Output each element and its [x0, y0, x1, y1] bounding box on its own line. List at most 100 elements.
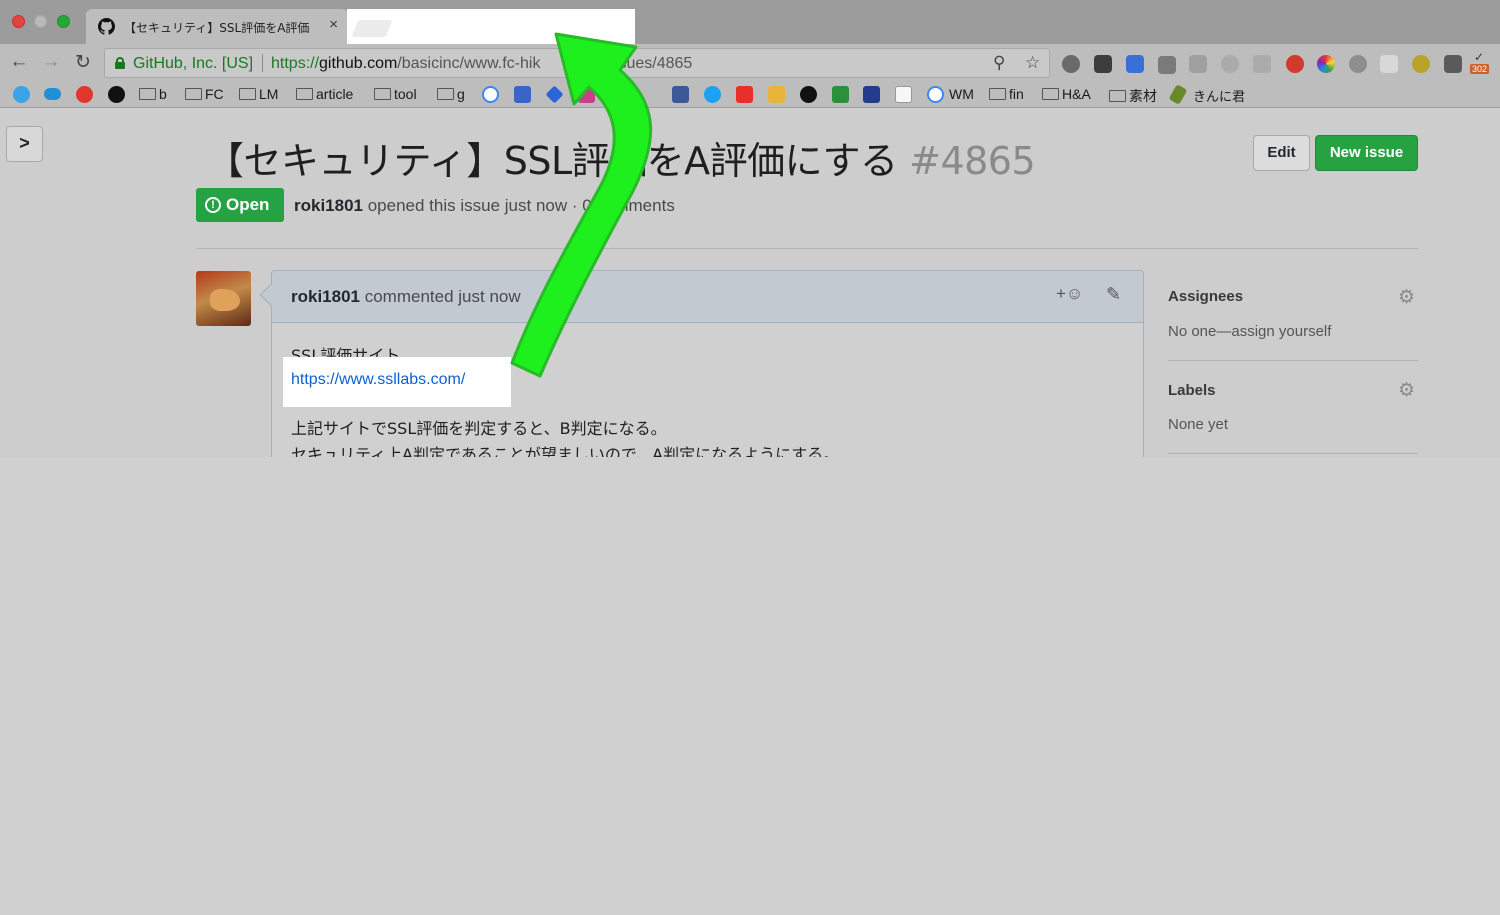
- bookmark-folder[interactable]: LM: [239, 86, 278, 102]
- github-bookmark-icon[interactable]: [108, 86, 125, 103]
- sidebar-divider: [1168, 360, 1418, 361]
- issue-meta-text: opened this issue just now · 0 comments: [363, 196, 675, 215]
- assignees-gear-icon[interactable]: ⚙: [1398, 286, 1415, 309]
- labels-heading: Labels: [1168, 382, 1216, 399]
- search-extension-icon[interactable]: [1286, 55, 1304, 73]
- bookmark-wm[interactable]: WM: [949, 86, 974, 102]
- circle-bookmark-icon[interactable]: [800, 86, 817, 103]
- new-tab-button[interactable]: [351, 20, 393, 37]
- comment-time: commented just now: [360, 287, 521, 306]
- comment-text-line: セキュリティ上A判定であることが望ましいので、A判定になるようにする。: [291, 445, 840, 457]
- edit-button[interactable]: Edit: [1253, 135, 1310, 171]
- settings-extension-icon[interactable]: [1349, 55, 1367, 73]
- tab-close-icon[interactable]: ×: [329, 16, 338, 33]
- sprout-bookmark-icon: [1168, 84, 1188, 105]
- google-bookmark-icon[interactable]: [482, 86, 499, 103]
- red-d-bookmark-icon[interactable]: [76, 86, 93, 103]
- bookmark-folder[interactable]: b: [139, 86, 167, 102]
- bookmark-folder[interactable]: 素材: [1109, 86, 1157, 106]
- url-path-end: /issues/4865: [602, 55, 693, 72]
- add-reaction-icon[interactable]: +☺: [1056, 284, 1083, 304]
- issue-title-text: 【セキュリティ】SSL評価をA評価にする: [206, 139, 898, 183]
- blue-bookmark-icon[interactable]: [863, 86, 880, 103]
- avatar[interactable]: [196, 271, 251, 326]
- issue-author-link[interactable]: roki1801: [294, 196, 363, 215]
- assign-yourself-link[interactable]: No one—assign yourself: [1168, 323, 1331, 340]
- folder-icon: [1109, 90, 1126, 102]
- facebook-bookmark-icon[interactable]: [672, 86, 689, 103]
- back-icon[interactable]: ←: [8, 51, 30, 73]
- comment-author-link[interactable]: roki1801: [291, 287, 360, 306]
- forward-icon[interactable]: →: [40, 51, 62, 73]
- badge-extension-icon[interactable]: [1412, 55, 1430, 73]
- bookmark-folder[interactable]: article: [296, 86, 353, 102]
- photo-bookmark-icon[interactable]: [768, 86, 785, 103]
- red-app-bookmark-icon[interactable]: [736, 86, 753, 103]
- issue-state-label: Open: [226, 195, 270, 214]
- tab-strip: 【セキュリティ】SSL評価をA評価 ×: [0, 0, 1500, 50]
- sidebar-toggle-button[interactable]: >: [6, 126, 43, 162]
- chat-extension-icon[interactable]: [1221, 55, 1239, 73]
- ev-certificate-label: GitHub, Inc. [US]: [133, 55, 254, 72]
- bookmark-star-icon[interactable]: ☆: [1025, 53, 1040, 73]
- pink-bookmark-icon[interactable]: [578, 86, 595, 103]
- issue-title: 【セキュリティ】SSL評価をA評価にする #4865: [206, 130, 1036, 185]
- color-wheel-extension-icon[interactable]: [1317, 55, 1335, 73]
- new-issue-button[interactable]: New issue: [1315, 135, 1418, 171]
- check-extension-icon[interactable]: ✓: [1474, 50, 1488, 64]
- bookmark-folder[interactable]: H&A: [1042, 86, 1091, 102]
- address-separator: [262, 54, 263, 72]
- folder-icon: [374, 88, 391, 100]
- grid-extension-icon[interactable]: [1189, 55, 1207, 73]
- comment-author-line: roki1801 commented just now: [291, 287, 521, 307]
- ssllabs-link[interactable]: https://www.ssllabs.com/: [291, 371, 465, 389]
- comment-paragraph: 上記サイトでSSL評価を判定すると、B判定になる。 セキュリティ上A判定であるこ…: [291, 416, 839, 457]
- edit-comment-icon[interactable]: ✎: [1106, 284, 1121, 305]
- green-bookmark-icon[interactable]: [832, 86, 849, 103]
- bookmark-folder[interactable]: fin: [989, 86, 1024, 102]
- browser-tab-active[interactable]: 【セキュリティ】SSL評価をA評価 ×: [86, 9, 348, 44]
- zoom-icon[interactable]: ⚲: [993, 53, 1005, 73]
- globe-bookmark-icon[interactable]: [13, 86, 30, 103]
- bookmark-folder[interactable]: g: [437, 86, 465, 102]
- labels-gear-icon[interactable]: ⚙: [1398, 379, 1415, 402]
- header-divider: [196, 248, 1418, 249]
- calendar-bookmark-icon[interactable]: [514, 86, 531, 103]
- bookmark-folder[interactable]: tool: [374, 86, 417, 102]
- cloud-bookmark-icon[interactable]: [44, 88, 61, 100]
- comment-header: roki1801 commented just now +☺ ✎: [259, 271, 1143, 323]
- folder-icon: [139, 88, 156, 100]
- folder-icon: [296, 88, 313, 100]
- window-extension-icon[interactable]: [1126, 55, 1144, 73]
- folder-icon: [239, 88, 256, 100]
- issue-state-badge: ! Open: [196, 188, 284, 222]
- address-bar[interactable]: GitHub, Inc. [US] https://github.com/bas…: [104, 48, 1050, 78]
- tool-extension-icon[interactable]: [1380, 55, 1398, 73]
- google-wm-icon: [927, 86, 944, 103]
- minimize-window-button[interactable]: [34, 15, 47, 28]
- address-url[interactable]: https://github.com/basicinc/www.fc-hik/i…: [271, 55, 692, 73]
- evernote-extension-icon[interactable]: [1094, 55, 1112, 73]
- sidebar-divider: [1168, 453, 1418, 454]
- screen-extension-icon[interactable]: [1253, 55, 1271, 73]
- folder-icon: [185, 88, 202, 100]
- recycle-extension-icon[interactable]: [1062, 55, 1080, 73]
- twitter-bookmark-icon[interactable]: [704, 86, 721, 103]
- camera-extension-icon[interactable]: [1158, 56, 1176, 74]
- bookmarks-bar: b FC LM article tool g WM fin H&A 素材 きんに…: [0, 82, 1500, 108]
- close-window-button[interactable]: [12, 15, 25, 28]
- issue-meta: roki1801 opened this issue just now · 0 …: [294, 196, 675, 216]
- github-issue-page: > 【セキュリティ】SSL評価をA評価にする #4865 Edit New is…: [0, 108, 1500, 457]
- lock-icon: [115, 57, 125, 69]
- amazon-bookmark-icon[interactable]: [895, 86, 912, 103]
- url-host: github.com: [319, 55, 398, 72]
- bookmark-kinnikun[interactable]: きんに君: [1193, 86, 1245, 105]
- info-bookmark-icon[interactable]: [610, 86, 627, 103]
- folder-icon: [437, 88, 454, 100]
- reload-icon[interactable]: ↻: [72, 51, 94, 74]
- bookmark-folder[interactable]: FC: [185, 86, 224, 102]
- stack-extension-icon[interactable]: [1444, 55, 1462, 73]
- layers-bookmark-icon[interactable]: [545, 85, 564, 104]
- url-scheme: https://: [271, 55, 320, 72]
- fullscreen-window-button[interactable]: [57, 15, 70, 28]
